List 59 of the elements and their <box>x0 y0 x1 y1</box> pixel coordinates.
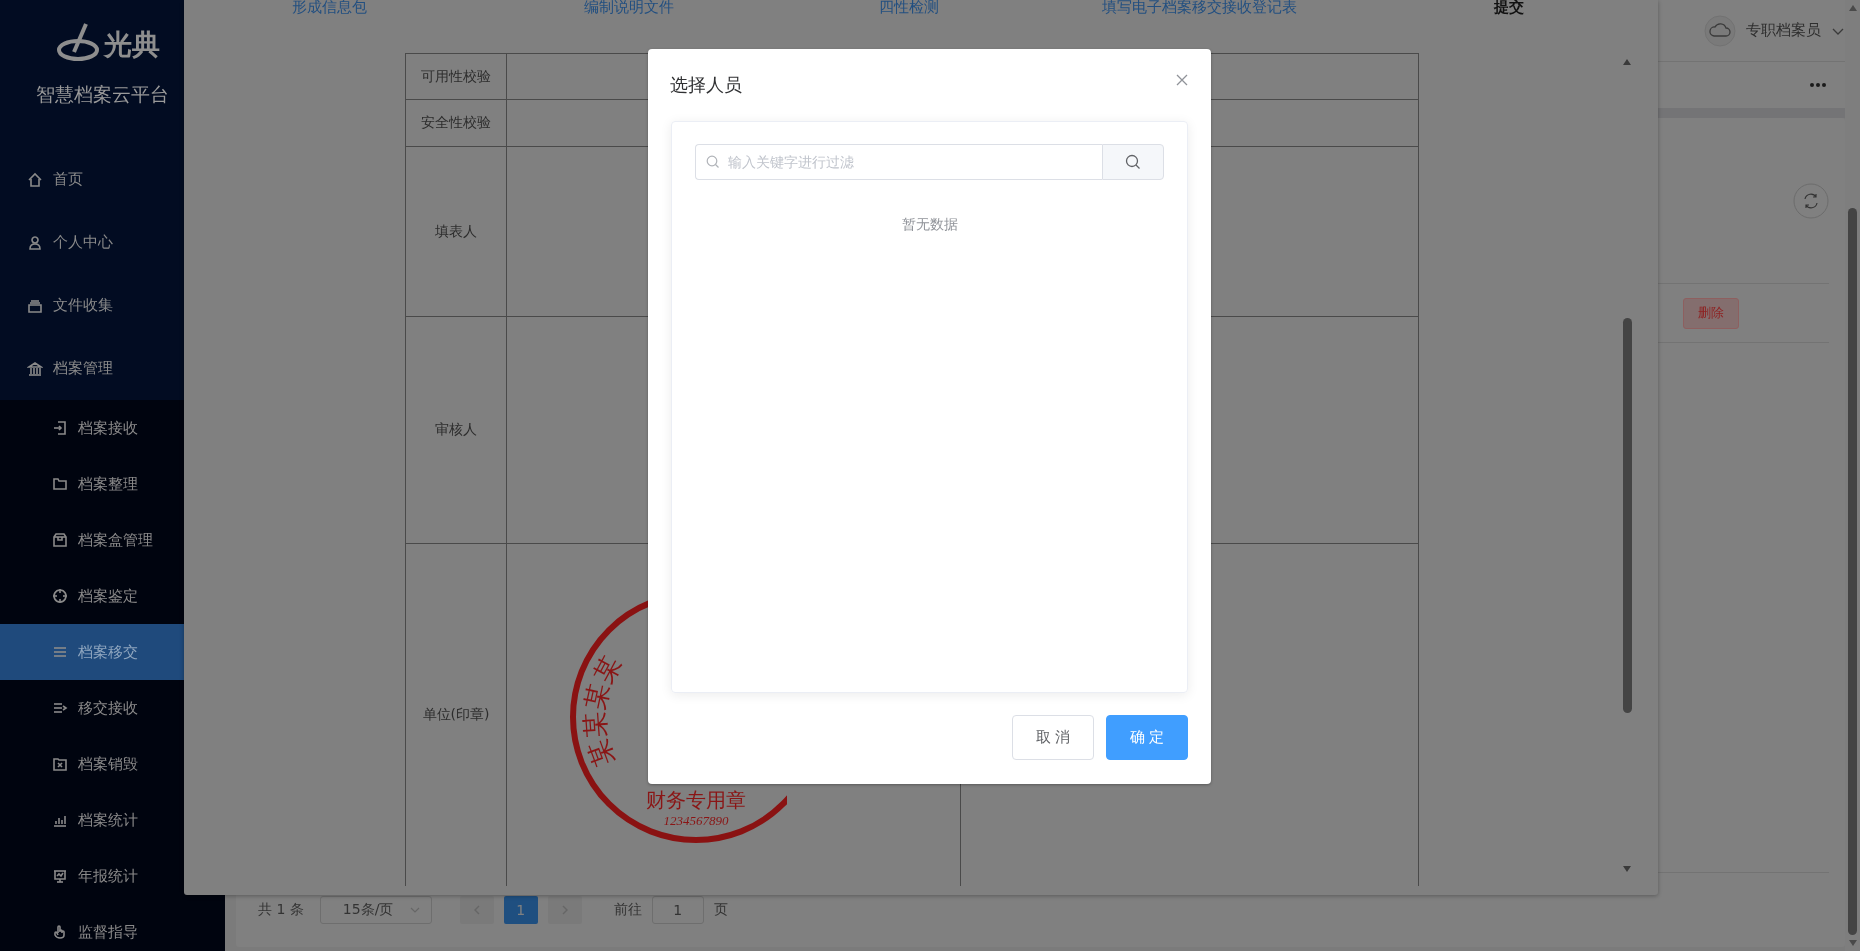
user-icon <box>27 234 43 251</box>
previous-page-button[interactable] <box>459 896 494 924</box>
home-icon <box>27 171 43 188</box>
nav-item[interactable]: 档案管理 <box>0 337 225 400</box>
folder-x-icon <box>52 756 68 772</box>
logo-icon <box>55 22 102 62</box>
crosshair-icon <box>52 588 68 604</box>
search-icon <box>1125 154 1141 170</box>
form-label-cell: 单位(印章) <box>406 544 507 886</box>
total-count: 共 1 条 <box>258 901 304 919</box>
nav-item[interactable]: 档案销毁 <box>0 736 225 792</box>
box-icon <box>52 532 68 548</box>
empty-text: 暂无数据 <box>900 216 959 234</box>
nav-item[interactable]: 监督指导 <box>0 904 225 951</box>
list-arrow-icon <box>52 700 68 716</box>
nav-item[interactable]: 个人中心 <box>0 211 225 274</box>
page-size-select[interactable]: 15条/页 <box>319 896 432 924</box>
user-menu[interactable]: 专职档案员 <box>1704 14 1845 47</box>
dialog-title: 选择人员 <box>670 73 742 97</box>
tray-icon <box>27 297 43 314</box>
folder-icon <box>52 476 68 492</box>
scroll-down-icon[interactable] <box>1847 939 1858 947</box>
search-icon <box>706 155 720 169</box>
platform-title: 智慧档案云平台 <box>35 82 169 107</box>
logo-text: 光典 <box>103 28 160 62</box>
goto-unit: 页 <box>713 901 728 919</box>
search-button[interactable] <box>1102 144 1164 180</box>
form-label-cell: 可用性校验 <box>406 54 507 99</box>
nav-item[interactable]: 档案统计 <box>0 792 225 848</box>
refresh-icon[interactable] <box>1793 182 1829 219</box>
scroll-up-icon[interactable] <box>1622 58 1632 66</box>
board-icon <box>52 868 68 884</box>
bank-icon <box>27 360 43 377</box>
list-icon <box>52 644 68 660</box>
cloud-icon <box>1704 14 1736 47</box>
door-arrow-icon <box>52 420 68 436</box>
nav-item[interactable]: 档案鉴定 <box>0 568 225 624</box>
form-label-cell: 安全性校验 <box>406 100 507 146</box>
nav-item[interactable]: 年报统计 <box>0 848 225 904</box>
goto-page-field[interactable]: 1 <box>651 896 704 924</box>
nav-item[interactable]: 移交接收 <box>0 680 225 736</box>
more-icon[interactable] <box>1809 82 1827 88</box>
scrollbar-thumb[interactable] <box>1622 318 1632 713</box>
nav-item[interactable]: 档案整理 <box>0 456 225 512</box>
cancel-button[interactable]: 取消 <box>1012 715 1094 760</box>
next-page-button[interactable] <box>547 896 582 924</box>
nav-item[interactable]: 文件收集 <box>0 274 225 337</box>
nav-item[interactable]: 档案盒管理 <box>0 512 225 568</box>
nav-item[interactable]: 档案接收 <box>0 400 225 456</box>
scroll-down-icon[interactable] <box>1622 865 1632 873</box>
form-label-cell: 填表人 <box>406 147 507 316</box>
close-icon[interactable] <box>1175 73 1189 87</box>
nav-item[interactable]: 首页 <box>0 148 225 211</box>
form-label-cell: 审核人 <box>406 317 507 543</box>
hand-pointer-icon <box>52 924 68 940</box>
goto-label: 前往 <box>613 901 642 919</box>
search-field[interactable]: 输入关键字进行过滤 <box>695 144 1102 180</box>
scrollbar-thumb[interactable] <box>1848 208 1857 935</box>
scroll-up-icon[interactable] <box>1847 4 1858 12</box>
